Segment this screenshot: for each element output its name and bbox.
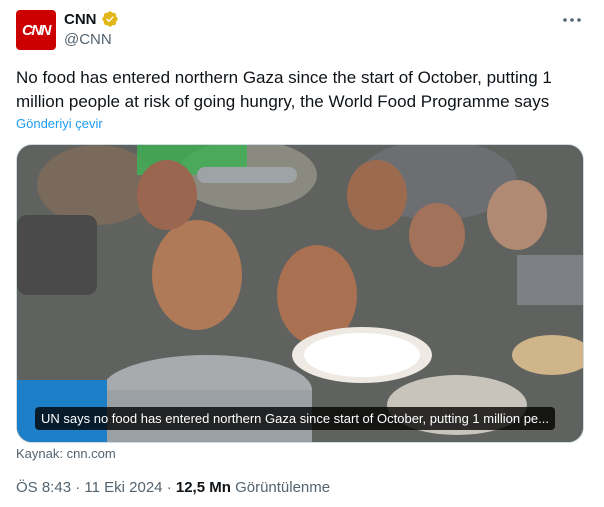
meta-separator: · [75, 479, 81, 496]
author-name-row: CNN [64, 10, 119, 28]
meta-separator: · [166, 479, 172, 496]
author-handle[interactable]: @CNN [64, 31, 112, 48]
avatar[interactable]: CNN [16, 10, 56, 50]
link-source[interactable]: Kaynak: cnn.com [16, 446, 116, 461]
tweet-meta: ÖS 8:43 · 11 Eki 2024 · 12,5 Mn Görüntül… [16, 479, 330, 496]
views-label: Görüntülenme [235, 479, 331, 496]
author-display-name[interactable]: CNN [64, 11, 97, 28]
translate-link[interactable]: Gönderiyi çevir [16, 116, 103, 131]
verified-badge-icon [101, 10, 119, 28]
link-card-caption: UN says no food has entered northern Gaz… [35, 407, 555, 430]
more-icon[interactable] [562, 10, 582, 30]
link-card-image[interactable]: UN says no food has entered northern Gaz… [16, 144, 584, 443]
tweet-time[interactable]: ÖS 8:43 [16, 479, 71, 496]
photo-illustration [17, 145, 583, 442]
avatar-logo-text: CNN [22, 21, 52, 39]
tweet-text: No food has entered northern Gaza since … [16, 68, 552, 111]
tweet-date[interactable]: 11 Eki 2024 [84, 479, 162, 496]
views-count: 12,5 Mn [175, 479, 231, 496]
